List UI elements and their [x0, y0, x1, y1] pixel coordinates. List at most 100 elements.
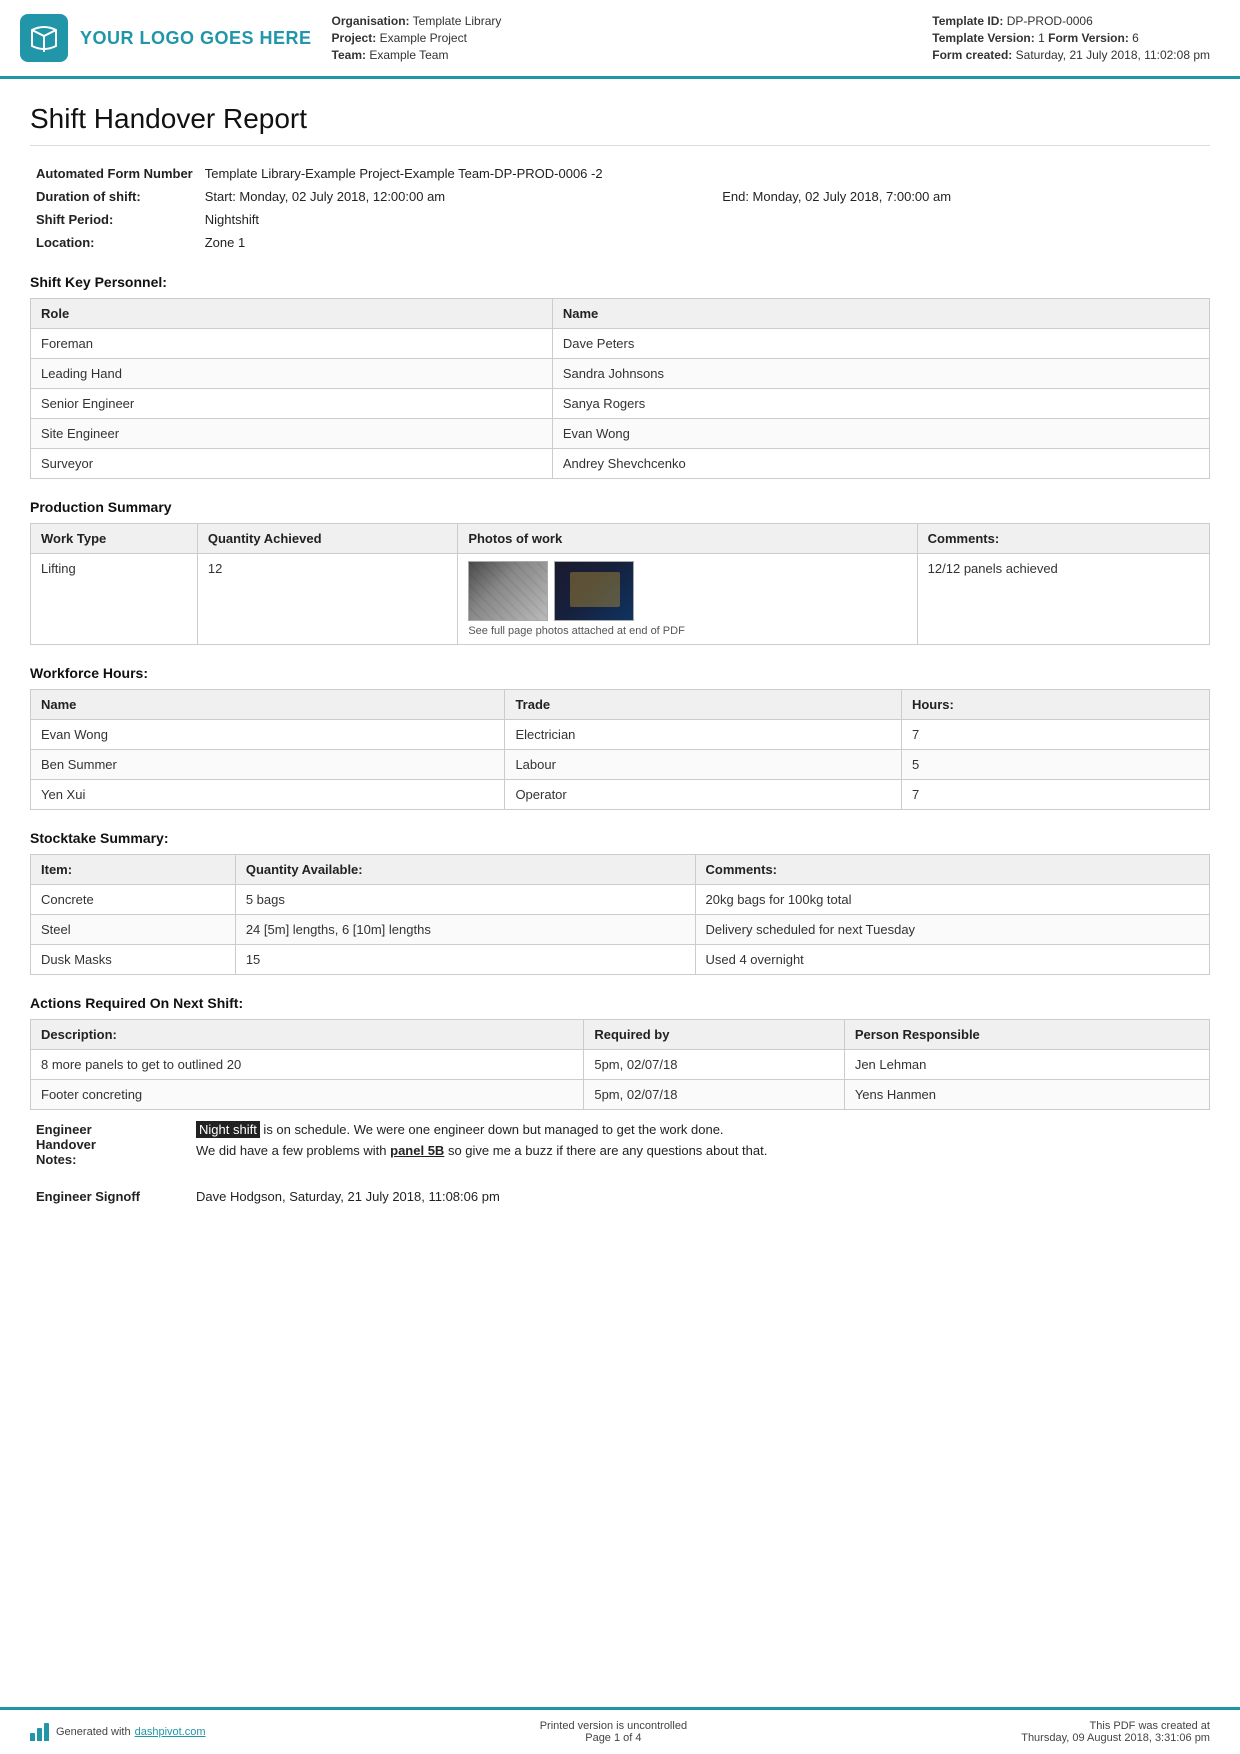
workforce-name: Ben Summer	[31, 750, 505, 780]
production-quantity: 12	[197, 554, 457, 645]
personnel-col-name: Name	[552, 299, 1209, 329]
stocktake-item: Steel	[31, 915, 236, 945]
personnel-role: Senior Engineer	[31, 389, 553, 419]
highlighted-text: Night shift	[196, 1121, 260, 1138]
personnel-name: Sanya Rogers	[552, 389, 1209, 419]
actions-description: Footer concreting	[31, 1080, 584, 1110]
footer-generated-text: Generated with	[56, 1726, 131, 1738]
photo-thumb-1	[468, 561, 548, 621]
duration-end: End: Monday, 02 July 2018, 7:00:00 am	[716, 185, 1210, 208]
stocktake-section-title: Stocktake Summary:	[30, 830, 1210, 846]
footer-center: Printed version is uncontrolled Page 1 o…	[540, 1720, 687, 1744]
production-photos: See full page photos attached at end of …	[458, 554, 917, 645]
note2-suffix: so give me a buzz if there are any quest…	[444, 1143, 767, 1158]
production-col-photos: Photos of work	[458, 524, 917, 554]
engineer-signoff-label: Engineer Signoff	[30, 1185, 190, 1208]
stocktake-col-item: Item:	[31, 855, 236, 885]
main-content: Shift Handover Report Automated Form Num…	[0, 79, 1240, 1707]
note2-link: panel 5B	[390, 1143, 444, 1158]
engineer-handover-row: EngineerHandoverNotes: Night shift is on…	[30, 1118, 1210, 1171]
production-worktype: Lifting	[31, 554, 198, 645]
stocktake-quantity: 15	[235, 945, 695, 975]
production-col-worktype: Work Type	[31, 524, 198, 554]
personnel-section-title: Shift Key Personnel:	[30, 274, 1210, 290]
template-version-row: Template Version: 1 Form Version: 6	[932, 31, 1210, 45]
stocktake-quantity: 5 bags	[235, 885, 695, 915]
page-header: YOUR LOGO GOES HERE Organisation: Templa…	[0, 0, 1240, 79]
workforce-col-trade: Trade	[505, 690, 902, 720]
production-col-comments: Comments:	[917, 524, 1209, 554]
stocktake-item: Concrete	[31, 885, 236, 915]
stocktake-col-quantity: Quantity Available:	[235, 855, 695, 885]
production-table: Work Type Quantity Achieved Photos of wo…	[30, 523, 1210, 645]
footer-page-num: Page 1 of 4	[540, 1732, 687, 1744]
actions-col-required-by: Required by	[584, 1020, 844, 1050]
stocktake-row: Dusk Masks15Used 4 overnight	[31, 945, 1210, 975]
footer-logo-icon	[30, 1723, 52, 1741]
engineer-handover-notes: Night shift is on schedule. We were one …	[190, 1118, 1210, 1171]
template-id-row: Template ID: DP-PROD-0006	[932, 14, 1210, 28]
personnel-role: Leading Hand	[31, 359, 553, 389]
workforce-row: Yen XuiOperator7	[31, 780, 1210, 810]
project-row: Project: Example Project	[332, 31, 502, 45]
workforce-name: Yen Xui	[31, 780, 505, 810]
workforce-trade: Labour	[505, 750, 902, 780]
photo-thumb-2	[554, 561, 634, 621]
engineer-signoff-row: Engineer Signoff Dave Hodgson, Saturday,…	[30, 1185, 1210, 1208]
personnel-name: Andrey Shevchcenko	[552, 449, 1209, 479]
automated-form-value: Template Library-Example Project-Example…	[199, 162, 1210, 185]
duration-row: Duration of shift: Start: Monday, 02 Jul…	[30, 185, 1210, 208]
personnel-table: Role Name ForemanDave PetersLeading Hand…	[30, 298, 1210, 479]
actions-responsible: Yens Hanmen	[844, 1080, 1209, 1110]
workforce-row: Ben SummerLabour5	[31, 750, 1210, 780]
actions-row: 8 more panels to get to outlined 205pm, …	[31, 1050, 1210, 1080]
footer-left: Generated with dashpivot.com	[30, 1723, 206, 1741]
production-row: Lifting 12 See full page photos attached…	[31, 554, 1210, 645]
workforce-trade: Electrician	[505, 720, 902, 750]
stocktake-comments: Used 4 overnight	[695, 945, 1210, 975]
footer-link[interactable]: dashpivot.com	[135, 1726, 206, 1738]
duration-label: Duration of shift:	[30, 185, 199, 208]
personnel-name: Dave Peters	[552, 329, 1209, 359]
personnel-row: Site EngineerEvan Wong	[31, 419, 1210, 449]
personnel-row: Senior EngineerSanya Rogers	[31, 389, 1210, 419]
stocktake-row: Steel24 [5m] lengths, 6 [10m] lengthsDel…	[31, 915, 1210, 945]
logo-icon	[20, 14, 68, 62]
workforce-section-title: Workforce Hours:	[30, 665, 1210, 681]
personnel-name: Sandra Johnsons	[552, 359, 1209, 389]
workforce-col-name: Name	[31, 690, 505, 720]
actions-description: 8 more panels to get to outlined 20	[31, 1050, 584, 1080]
stocktake-quantity: 24 [5m] lengths, 6 [10m] lengths	[235, 915, 695, 945]
production-comments: 12/12 panels achieved	[917, 554, 1209, 645]
stocktake-header-row: Item: Quantity Available: Comments:	[31, 855, 1210, 885]
stocktake-row: Concrete5 bags20kg bags for 100kg total	[31, 885, 1210, 915]
engineer-signoff-table: Engineer Signoff Dave Hodgson, Saturday,…	[30, 1185, 1210, 1208]
logo-svg	[28, 22, 60, 54]
photo-caption: See full page photos attached at end of …	[468, 625, 906, 637]
location-row: Location: Zone 1	[30, 231, 1210, 254]
footer-logo: Generated with dashpivot.com	[30, 1723, 206, 1741]
bar-2	[37, 1728, 42, 1741]
stocktake-table: Item: Quantity Available: Comments: Conc…	[30, 854, 1210, 975]
shift-period-row: Shift Period: Nightshift	[30, 208, 1210, 231]
personnel-col-role: Role	[31, 299, 553, 329]
stocktake-comments: Delivery scheduled for next Tuesday	[695, 915, 1210, 945]
shift-period-label: Shift Period:	[30, 208, 199, 231]
form-created-row: Form created: Saturday, 21 July 2018, 11…	[932, 48, 1210, 62]
header-meta-left: Organisation: Template Library Project: …	[332, 14, 502, 62]
bar-3	[44, 1723, 49, 1741]
footer-pdf-created-date: Thursday, 09 August 2018, 3:31:06 pm	[1021, 1732, 1210, 1744]
workforce-trade: Operator	[505, 780, 902, 810]
automated-form-row: Automated Form Number Template Library-E…	[30, 162, 1210, 185]
bar-1	[30, 1733, 35, 1741]
header-meta: Organisation: Template Library Project: …	[332, 14, 1210, 62]
production-col-quantity: Quantity Achieved	[197, 524, 457, 554]
actions-header-row: Description: Required by Person Responsi…	[31, 1020, 1210, 1050]
personnel-row: ForemanDave Peters	[31, 329, 1210, 359]
shift-period-value: Nightshift	[199, 208, 1210, 231]
workforce-name: Evan Wong	[31, 720, 505, 750]
actions-section-title: Actions Required On Next Shift:	[30, 995, 1210, 1011]
personnel-role: Foreman	[31, 329, 553, 359]
team-row: Team: Example Team	[332, 48, 502, 62]
logo-area: YOUR LOGO GOES HERE	[20, 14, 312, 62]
